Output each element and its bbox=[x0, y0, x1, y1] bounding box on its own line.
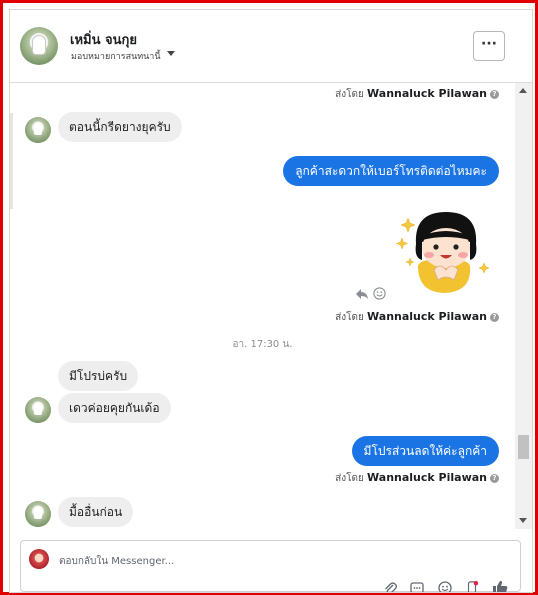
incoming-message[interactable]: มีโปรบ่ครับ bbox=[58, 361, 139, 391]
info-icon[interactable]: ? bbox=[490, 89, 499, 99]
message-thread[interactable]: ส่งโดย Wannaluck Pilawan? ตอนนี้กรีดยางย… bbox=[10, 83, 515, 529]
incoming-message[interactable]: เดวค่อยคุยกันเด้อ bbox=[58, 393, 171, 423]
incoming-message[interactable]: ตอนนี้กรีดยางยุครับ bbox=[58, 112, 182, 142]
thread-divider-line bbox=[10, 113, 13, 209]
assign-conversation-link[interactable]: มอบหมายการสนทนานี้ bbox=[71, 49, 161, 63]
outgoing-message[interactable]: มีโปรส่วนลดให้ค่ะลูกค้า bbox=[351, 436, 499, 466]
scrollbar-thumb[interactable] bbox=[518, 435, 529, 459]
sent-by-prefix: ส่งโดย bbox=[335, 312, 364, 323]
sticker-icon[interactable] bbox=[465, 581, 479, 593]
reply-icon[interactable] bbox=[355, 288, 369, 300]
react-icon[interactable] bbox=[373, 287, 386, 300]
avatar bbox=[25, 501, 51, 527]
more-options-button[interactable]: ··· bbox=[473, 31, 505, 61]
attach-icon[interactable] bbox=[383, 581, 397, 593]
avatar bbox=[25, 117, 51, 143]
agent-name: Wannaluck Pilawan bbox=[367, 87, 487, 100]
info-icon[interactable]: ? bbox=[490, 473, 499, 483]
outgoing-message[interactable]: ลูกค้าสะดวกให้เบอร์โทรติดต่อไหมคะ bbox=[283, 156, 499, 186]
avatar bbox=[25, 397, 51, 423]
gif-icon[interactable] bbox=[410, 581, 424, 593]
incoming-message[interactable]: มื้ออื่นก่อน bbox=[58, 497, 134, 527]
sent-by-label: ส่งโดย Wannaluck Pilawan? bbox=[335, 310, 499, 325]
info-icon[interactable]: ? bbox=[490, 312, 499, 322]
sticker-girl-image[interactable] bbox=[396, 208, 492, 294]
reply-input[interactable]: ตอบกลับใน Messenger... bbox=[59, 554, 174, 569]
chevron-down-icon[interactable] bbox=[167, 51, 175, 56]
page-avatar bbox=[29, 549, 49, 569]
scroll-down-arrow-icon[interactable] bbox=[519, 518, 527, 523]
scroll-up-arrow-icon[interactable] bbox=[519, 88, 527, 93]
sent-by-prefix: ส่งโดย bbox=[335, 473, 364, 484]
more-icon: ··· bbox=[481, 36, 497, 52]
contact-name[interactable]: เหมิ่น จนกุย bbox=[70, 29, 137, 50]
sent-by-prefix: ส่งโดย bbox=[335, 89, 364, 100]
like-icon[interactable] bbox=[492, 580, 508, 593]
contact-avatar[interactable] bbox=[20, 27, 58, 65]
agent-name: Wannaluck Pilawan bbox=[367, 310, 487, 323]
sent-by-label: ส่งโดย Wannaluck Pilawan? bbox=[335, 471, 499, 486]
sent-by-label: ส่งโดย Wannaluck Pilawan? bbox=[335, 87, 499, 102]
messenger-panel: เหมิ่น จนกุย มอบหมายการสนทนานี้ ··· ส่งโ… bbox=[9, 9, 533, 593]
agent-name: Wannaluck Pilawan bbox=[367, 471, 487, 484]
conversation-header: เหมิ่น จนกุย มอบหมายการสนทนานี้ ··· bbox=[10, 10, 532, 83]
emoji-icon[interactable] bbox=[438, 581, 452, 593]
thread-scrollbar[interactable] bbox=[515, 83, 532, 529]
message-timestamp: อา. 17:30 น. bbox=[232, 339, 293, 350]
reply-composer[interactable]: ตอบกลับใน Messenger... bbox=[20, 540, 521, 592]
